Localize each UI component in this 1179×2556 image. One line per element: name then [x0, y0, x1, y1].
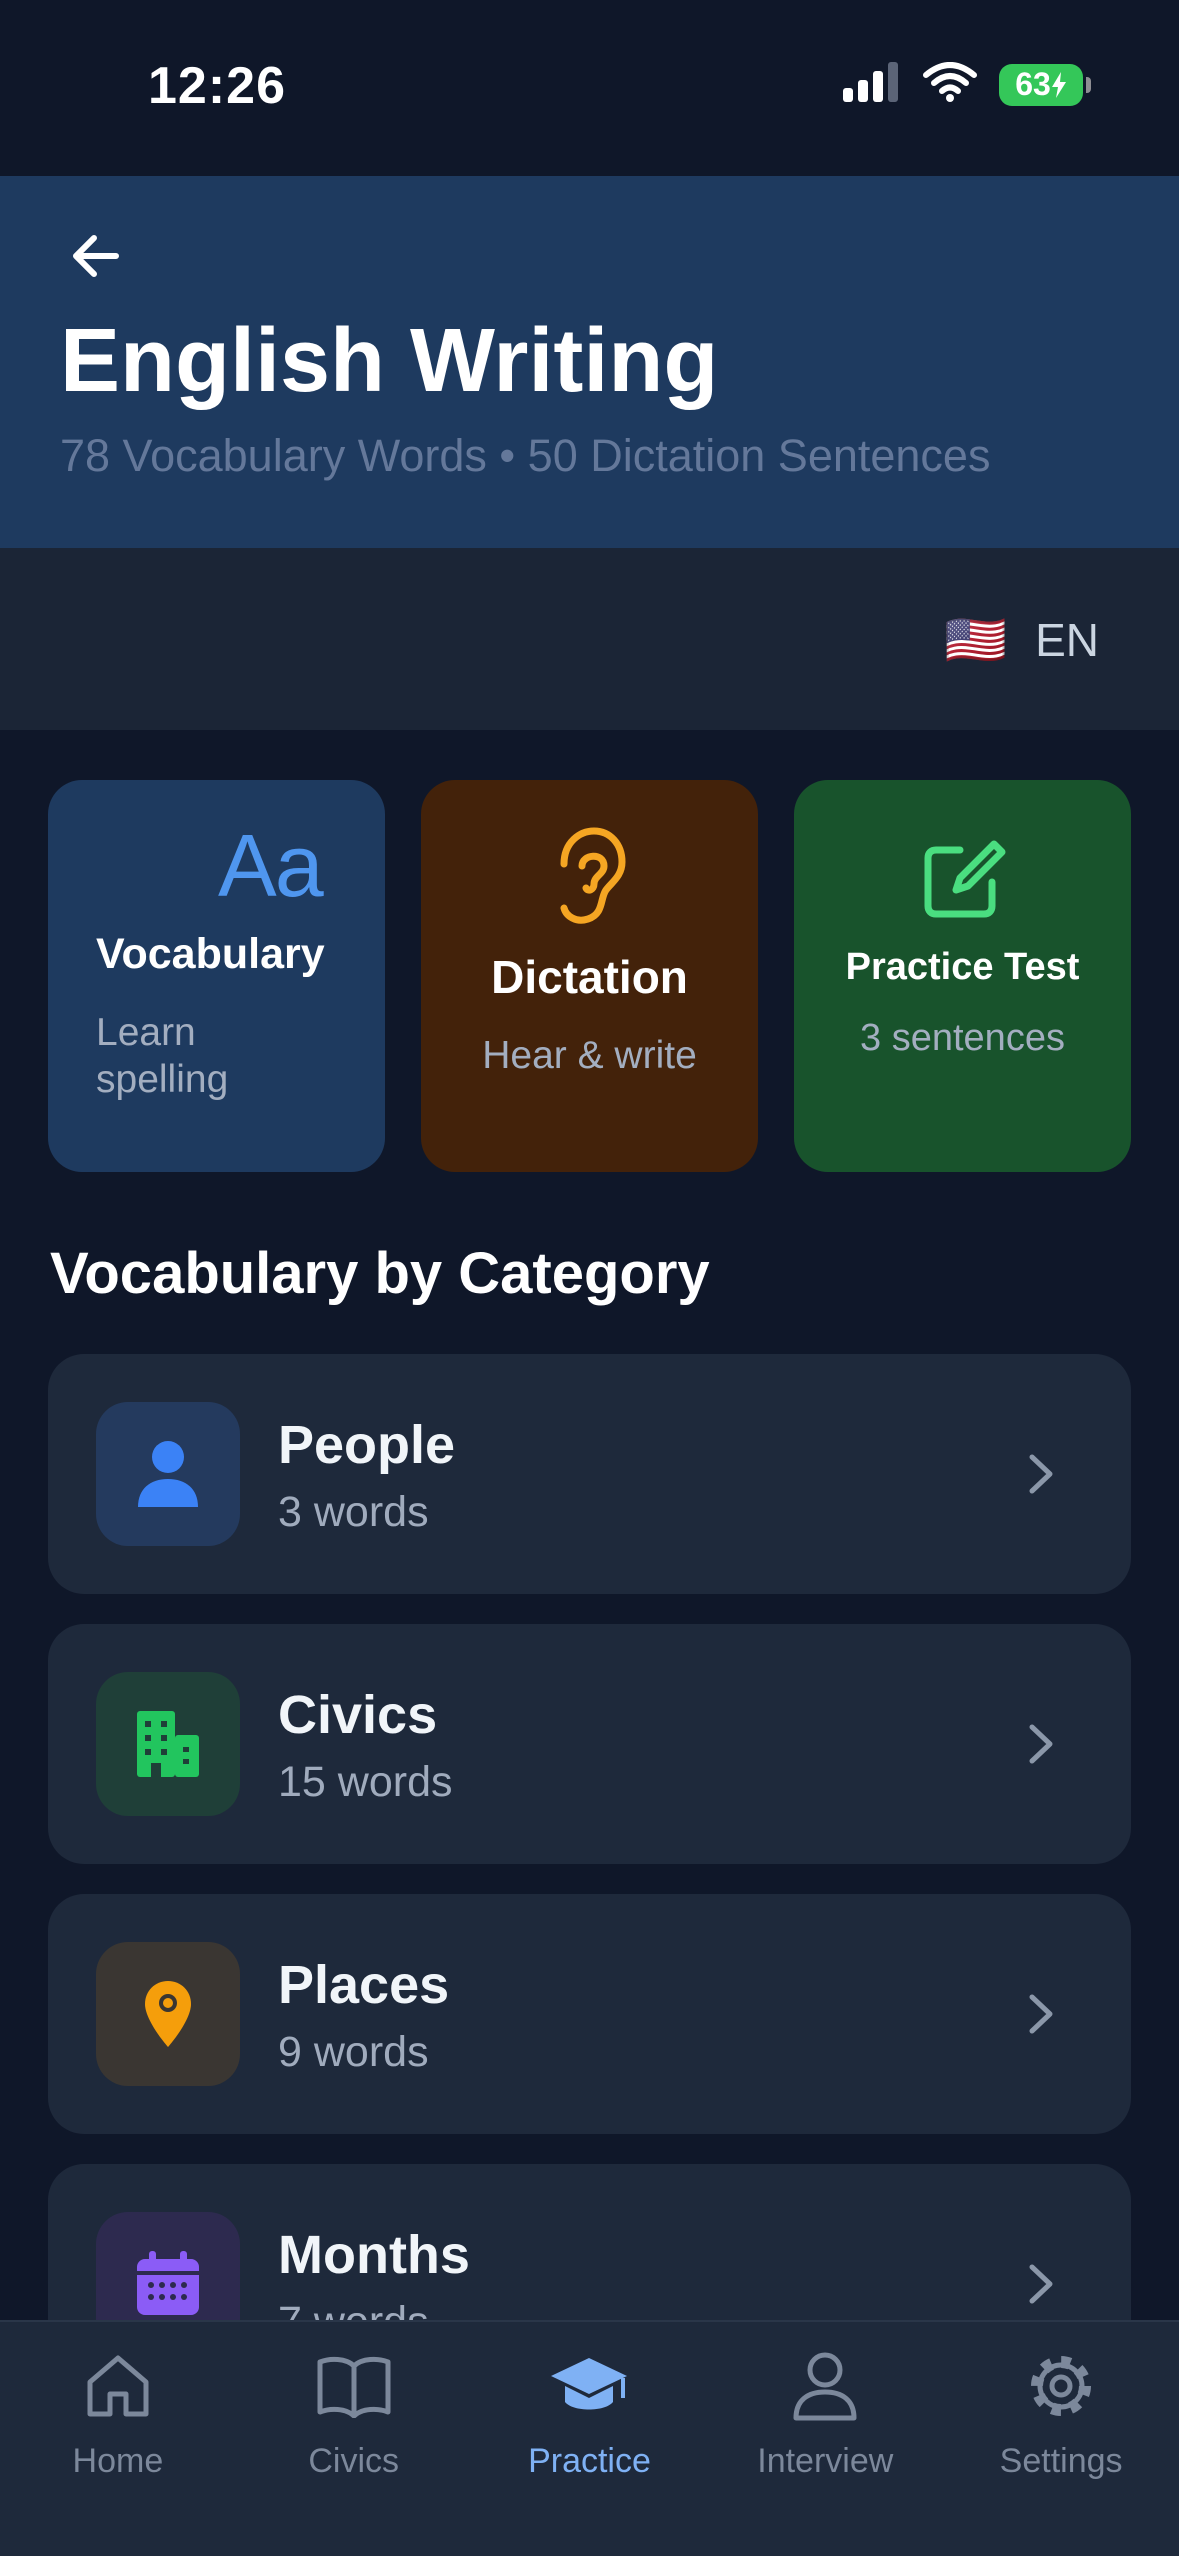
language-selector[interactable]: 🇺🇸 EN [945, 602, 1099, 678]
dictation-card-title: Dictation [491, 951, 688, 1003]
practice-test-card[interactable]: Practice Test 3 sentences [794, 780, 1131, 1172]
category-count: 9 words [278, 2028, 429, 2076]
category-icon-tile [96, 1672, 240, 1816]
status-time: 12:26 [148, 57, 286, 115]
tab-label: Practice [528, 2442, 651, 2480]
gear-icon [1019, 2344, 1103, 2428]
building-icon [137, 1711, 199, 1777]
book-icon [312, 2344, 396, 2428]
us-flag-icon: 🇺🇸 [944, 612, 1008, 668]
battery-level: 63 [1015, 66, 1051, 102]
category-icon-tile [96, 1402, 240, 1546]
chevron-right-icon [1011, 1714, 1071, 1774]
page-title: English Writing [60, 311, 719, 411]
category-icon-tile [96, 1942, 240, 2086]
practice-test-card-subtitle: 3 sentences [860, 1017, 1065, 1059]
edit-square-icon [924, 840, 1005, 918]
category-title: Places [278, 1955, 450, 2015]
language-bar: 🇺🇸 EN [0, 548, 1179, 730]
category-count: 3 words [278, 1488, 429, 1536]
user-icon [783, 2344, 867, 2428]
category-item-places[interactable]: Places 9 words [48, 1894, 1131, 2134]
tab-label: Interview [757, 2442, 894, 2480]
tab-home[interactable]: Home [0, 2344, 236, 2481]
tab-bar: Home Civics Practice Interview Settings [0, 2320, 1179, 2556]
language-code: EN [1035, 614, 1099, 666]
chevron-right-icon [1011, 2254, 1071, 2314]
arrow-left-icon [73, 235, 119, 277]
tab-interview[interactable]: Interview [707, 2344, 943, 2481]
back-button[interactable] [56, 216, 136, 296]
chevron-right-icon [1011, 1984, 1071, 2044]
aa-icon: Aa [218, 816, 324, 915]
chevron-right-icon [1011, 1444, 1071, 1504]
dictation-card-subtitle: Hear & write [482, 1034, 697, 1077]
wifi-icon [923, 62, 977, 107]
vocabulary-card-subtitle: Learn spelling [96, 1011, 229, 1101]
signal-icon [843, 62, 901, 107]
section-title: Vocabulary by Category [50, 1241, 710, 1306]
category-title: People [278, 1415, 456, 1475]
ear-icon [560, 827, 625, 924]
graduation-cap-icon [547, 2344, 631, 2428]
battery-icon: 63 [999, 63, 1091, 106]
tab-civics[interactable]: Civics [236, 2344, 472, 2481]
vocabulary-card[interactable]: Aa Vocabulary Learn spelling [48, 780, 385, 1172]
category-item-people[interactable]: People 3 words [48, 1354, 1131, 1594]
category-count: 15 words [278, 1758, 453, 1806]
vocabulary-card-title: Vocabulary [96, 930, 325, 978]
tab-label: Home [72, 2442, 164, 2480]
home-icon [76, 2344, 160, 2428]
tab-practice[interactable]: Practice [472, 2344, 708, 2481]
dictation-card[interactable]: Dictation Hear & write [421, 780, 758, 1172]
map-pin-icon [145, 1981, 191, 2047]
category-item-civics[interactable]: Civics 15 words [48, 1624, 1131, 1864]
calendar-icon [137, 2251, 199, 2315]
tab-label: Civics [308, 2442, 400, 2480]
mode-cards: Aa Vocabulary Learn spelling Dictation H… [48, 780, 1131, 1172]
category-title: Civics [278, 1685, 438, 1745]
page-subtitle: 78 Vocabulary Words • 50 Dictation Sente… [60, 430, 991, 481]
page-header: English Writing 78 Vocabulary Words • 50… [0, 176, 1179, 548]
tab-label: Settings [999, 2442, 1123, 2480]
category-title: Months [278, 2225, 470, 2285]
category-list: People 3 words Civics 15 words Places 9 … [48, 1354, 1131, 2434]
person-icon [138, 1441, 198, 1507]
charging-bolt-icon [1051, 71, 1066, 98]
status-icons: 63 [843, 62, 1091, 107]
tab-settings[interactable]: Settings [943, 2344, 1179, 2481]
practice-test-card-title: Practice Test [845, 946, 1080, 988]
status-bar: 12:26 63 [0, 0, 1179, 176]
